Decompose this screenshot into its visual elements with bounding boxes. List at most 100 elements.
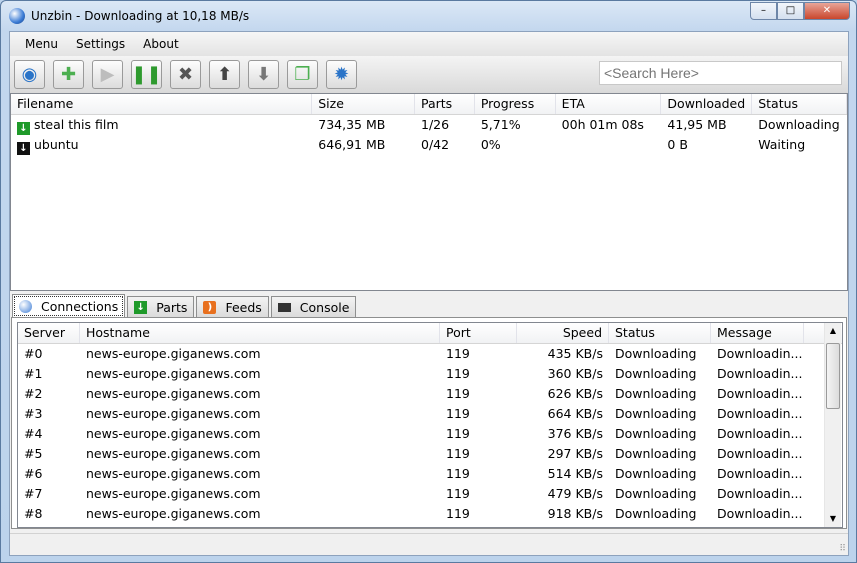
cell-server: #2 — [24, 386, 43, 401]
resize-grip-icon[interactable]: ⠿ — [839, 544, 846, 554]
tab-label: Feeds — [225, 300, 262, 315]
scroll-up-arrow-icon[interactable]: ▲ — [825, 323, 841, 339]
remove-icon: ✖ — [177, 64, 194, 85]
download-arrow-icon: ↓ — [134, 301, 148, 314]
cell-message: Downloadin... — [717, 466, 803, 481]
app-globe-icon — [9, 8, 25, 24]
connection-row[interactable]: #1 news-europe.giganews.com 119 360 KB/s Dow… — [18, 364, 842, 384]
black-arrow-download-icon: ↓ — [17, 142, 30, 155]
add-nzb-icon: ✚ — [60, 64, 77, 85]
cell-server: #7 — [24, 486, 43, 501]
tab-console[interactable]: Console — [270, 296, 357, 318]
cell-server: #3 — [24, 406, 43, 421]
move-down-button[interactable]: ⬇ — [248, 60, 279, 89]
cell-eta — [556, 135, 662, 155]
column-header-speed[interactable]: Speed — [517, 323, 609, 343]
cell-port: 119 — [446, 426, 470, 441]
cell-status: Downloading — [615, 366, 697, 381]
cell-speed: 479 KB/s — [547, 486, 603, 501]
status-bar: ⠿ — [10, 533, 848, 555]
download-row[interactable]: ↓ steal this film 734,35 MB 1/26 5,71% 00h 01… — [11, 115, 847, 135]
connection-row[interactable]: #0 news-europe.giganews.com 119 435 KB/s Dow… — [18, 344, 842, 364]
scrollbar-thumb[interactable] — [826, 343, 840, 409]
cell-message: Downloadin... — [717, 386, 803, 401]
column-header-progress[interactable]: Progress — [475, 94, 556, 114]
cell-port: 119 — [446, 486, 470, 501]
cell-hostname: news-europe.giganews.com — [86, 466, 261, 481]
settings-button[interactable]: ✹ — [326, 60, 357, 89]
column-header-status[interactable]: Status — [609, 323, 711, 343]
cell-hostname: news-europe.giganews.com — [86, 486, 261, 501]
cell-status: Downloading — [615, 426, 697, 441]
column-header-port[interactable]: Port — [440, 323, 517, 343]
settings-icon: ✹ — [333, 64, 350, 85]
column-header-parts[interactable]: Parts — [415, 94, 475, 114]
cell-size: 734,35 MB — [318, 117, 386, 132]
connection-row[interactable]: #5 news-europe.giganews.com 119 297 KB/s Dow… — [18, 444, 842, 464]
cell-status: Downloading — [615, 346, 697, 361]
column-header-status[interactable]: Status — [752, 94, 847, 114]
cell-port: 119 — [446, 466, 470, 481]
cell-port: 119 — [446, 366, 470, 381]
toolbar: ◉ ✚ ▶ ❚❚ ✖ ⬆ ⬇ ❐ ✹ — [10, 56, 848, 93]
minimize-button[interactable]: – — [750, 2, 777, 20]
cell-speed: 664 KB/s — [547, 406, 603, 421]
window-title: Unzbin - Downloading at 10,18 MB/s — [31, 9, 250, 23]
column-header-eta[interactable]: ETA — [556, 94, 662, 114]
cell-port: 119 — [446, 506, 470, 521]
connection-row[interactable]: #7 news-europe.giganews.com 119 479 KB/s Dow… — [18, 484, 842, 504]
connection-row[interactable]: #2 news-europe.giganews.com 119 626 KB/s Dow… — [18, 384, 842, 404]
refresh-button[interactable]: ◉ — [14, 60, 45, 89]
menu-about[interactable]: About — [134, 37, 187, 51]
cell-message: Downloadin... — [717, 506, 803, 521]
cell-progress: 0% — [480, 137, 501, 152]
cell-port: 119 — [446, 386, 470, 401]
search-input[interactable] — [599, 61, 842, 85]
scroll-down-arrow-icon[interactable]: ▼ — [825, 511, 841, 527]
remove-button[interactable]: ✖ — [170, 60, 201, 89]
connection-row[interactable]: #8 news-europe.giganews.com 119 918 KB/s Dow… — [18, 504, 842, 524]
cell-downloaded: 0 B — [667, 137, 688, 152]
column-header-filename[interactable]: Filename — [11, 94, 313, 114]
column-header-message[interactable]: Message — [711, 323, 804, 343]
column-header-hostname[interactable]: Hostname — [80, 323, 440, 343]
tab-parts[interactable]: ↓ Parts — [127, 296, 195, 318]
console-icon — [277, 303, 291, 312]
cell-status: Downloading — [615, 506, 697, 521]
column-header-downloaded[interactable]: Downloaded — [661, 94, 753, 114]
cell-hostname: news-europe.giganews.com — [86, 386, 261, 401]
downloads-list: Filename Size Parts Progress ETA Downloaded St… — [10, 93, 848, 291]
cell-parts: 0/42 — [421, 137, 450, 152]
download-row[interactable]: ↓ ubuntu 646,91 MB 0/42 0% 0 B Waiting — [11, 135, 847, 155]
cell-message: Downloadin... — [717, 406, 803, 421]
cell-speed: 360 KB/s — [547, 366, 603, 381]
maximize-button[interactable]: □ — [777, 2, 804, 20]
move-up-button[interactable]: ⬆ — [209, 60, 240, 89]
menu-menu[interactable]: Menu — [16, 37, 67, 51]
cell-server: #5 — [24, 446, 43, 461]
tab-connections[interactable]: Connections — [12, 294, 126, 318]
column-header-server[interactable]: Server — [18, 323, 80, 343]
close-button[interactable]: ✕ — [804, 2, 850, 20]
cell-downloaded: 41,95 MB — [667, 117, 727, 132]
connection-row[interactable]: #6 news-europe.giganews.com 119 514 KB/s Dow… — [18, 464, 842, 484]
tab-feeds[interactable]: ) Feeds — [196, 296, 269, 318]
cell-server: #6 — [24, 466, 43, 481]
tab-strip: Connections ↓ Parts ) Feeds Console — [12, 294, 357, 318]
menu-settings[interactable]: Settings — [67, 37, 134, 51]
connection-row[interactable]: #3 news-europe.giganews.com 119 664 KB/s Dow… — [18, 404, 842, 424]
cell-name: ↓ steal this film — [11, 115, 312, 135]
column-header-size[interactable]: Size — [312, 94, 415, 114]
open-folder-button[interactable]: ❐ — [287, 60, 318, 89]
add-nzb-button[interactable]: ✚ — [53, 60, 84, 89]
tab-label: Console — [299, 300, 350, 315]
cell-parts: 1/26 — [421, 117, 450, 132]
pause-button[interactable]: ❚❚ — [131, 60, 162, 89]
start-button[interactable]: ▶ — [92, 60, 123, 89]
connection-row[interactable]: #4 news-europe.giganews.com 119 376 KB/s Dow… — [18, 424, 842, 444]
pause-icon: ❚❚ — [131, 64, 162, 85]
tab-label: Connections — [41, 299, 119, 314]
filename: ubuntu — [34, 137, 79, 152]
vertical-scrollbar[interactable]: ▲ ▼ — [824, 323, 841, 527]
tab-label: Parts — [156, 300, 188, 315]
